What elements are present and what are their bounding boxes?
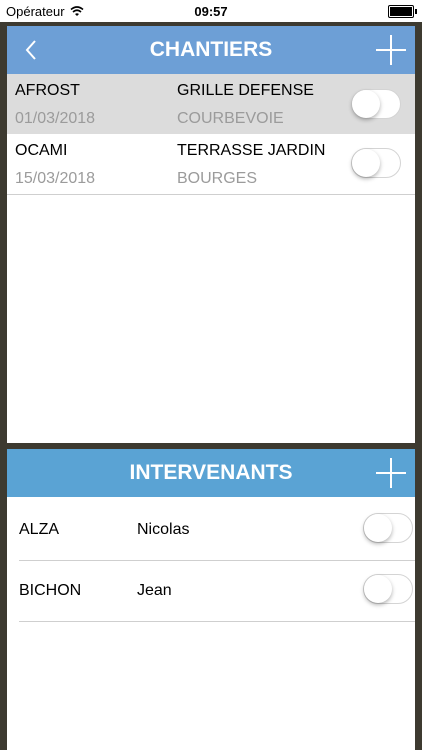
chantiers-list: AFROST 01/03/2018 GRILLE DEFENSE COURBEV…	[7, 74, 415, 195]
back-chevron-icon[interactable]	[19, 38, 43, 62]
intervenants-title: INTERVENANTS	[129, 461, 293, 484]
chantier-client: AFROST	[15, 82, 80, 99]
add-intervenant-plus-icon[interactable]	[375, 457, 407, 489]
chantiers-panel: CHANTIERS AFROST 01/03/2018 GRILLE DEFEN…	[7, 26, 415, 443]
intervenant-toggle-switch[interactable]	[363, 574, 413, 604]
toggle-knob	[364, 514, 392, 542]
add-chantier-plus-icon[interactable]	[375, 34, 407, 66]
chantiers-title: CHANTIERS	[149, 38, 273, 61]
status-time: 09:57	[194, 4, 228, 19]
chantier-city: COURBEVOIE	[177, 110, 284, 127]
chantier-name: GRILLE DEFENSE	[177, 82, 314, 99]
intervenant-first-name: Jean	[137, 582, 172, 599]
chantiers-header: CHANTIERS	[7, 26, 415, 74]
battery-icon	[388, 5, 417, 18]
intervenant-row-alza[interactable]: ALZA Nicolas	[19, 500, 415, 561]
chantier-date: 01/03/2018	[15, 110, 96, 127]
chantier-date: 15/03/2018	[15, 170, 96, 187]
intervenants-list: ALZA Nicolas BICHON Jean	[7, 500, 415, 622]
intervenants-panel: INTERVENANTS ALZA Nicolas BICHON Jean	[7, 449, 415, 750]
chantier-row-ocami[interactable]: OCAMI 15/03/2018 TERRASSE JARDIN BOURGES	[7, 134, 415, 195]
chantier-name: TERRASSE JARDIN	[177, 142, 326, 159]
toggle-knob	[364, 575, 392, 603]
status-bar: Opérateur 09:57	[0, 0, 422, 22]
intervenant-toggle-switch[interactable]	[363, 513, 413, 543]
intervenants-header: INTERVENANTS	[7, 449, 415, 497]
chantier-client: OCAMI	[15, 142, 68, 159]
intervenant-last-name: BICHON	[19, 582, 82, 599]
intervenant-last-name: ALZA	[19, 521, 60, 538]
chantier-row-afrost[interactable]: AFROST 01/03/2018 GRILLE DEFENSE COURBEV…	[7, 74, 415, 134]
chantier-toggle-switch[interactable]	[351, 89, 401, 119]
chantier-city: BOURGES	[177, 170, 258, 187]
intervenant-first-name: Nicolas	[137, 521, 190, 538]
chantier-toggle-switch[interactable]	[351, 148, 401, 178]
toggle-knob	[352, 90, 380, 118]
toggle-knob	[352, 149, 380, 177]
intervenant-row-bichon[interactable]: BICHON Jean	[19, 561, 415, 622]
